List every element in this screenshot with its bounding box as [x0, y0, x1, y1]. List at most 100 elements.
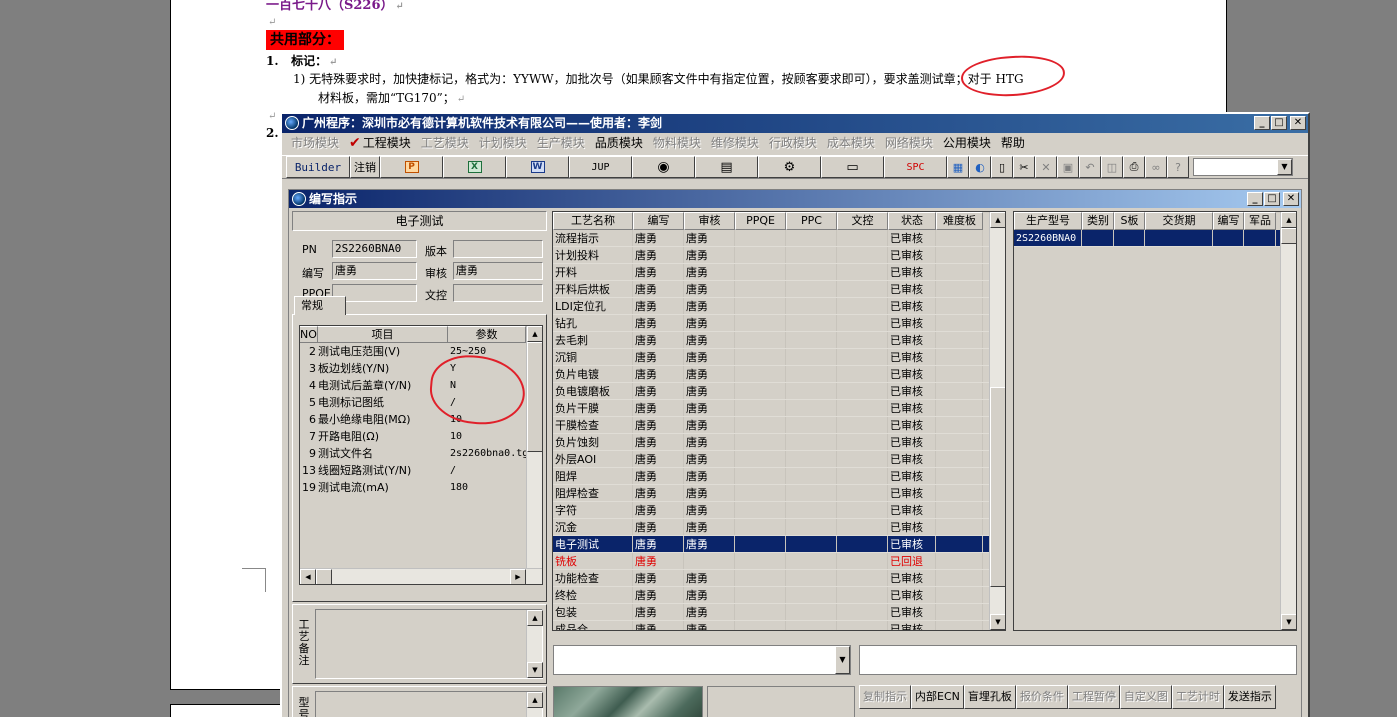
menu-item-11[interactable]: 公用模块: [938, 134, 996, 152]
reviewer-field[interactable]: 唐勇: [453, 262, 543, 280]
instruction-memo[interactable]: [859, 645, 1297, 675]
menu-item-9[interactable]: 成本模块: [822, 134, 880, 152]
scroll-thumb[interactable]: [527, 342, 542, 452]
type-remark-memo[interactable]: ▲: [315, 691, 543, 717]
menu-item-12[interactable]: 帮助: [996, 134, 1030, 152]
process-vscroll[interactable]: ▲ ▼: [989, 212, 1005, 630]
scroll-up-icon[interactable]: ▲: [527, 326, 542, 342]
params-row[interactable]: 2 测试电压范围(V) 25~250: [300, 343, 542, 360]
chevron-down-icon[interactable]: ▼: [1277, 159, 1292, 175]
menu-item-2[interactable]: 工艺模块: [416, 134, 474, 152]
order-scroll-thumb[interactable]: [1281, 228, 1296, 244]
scroll-up-icon[interactable]: ▲: [1281, 212, 1296, 228]
process-row[interactable]: 终检 唐勇 唐勇 已审核: [553, 587, 1005, 604]
action-button-3[interactable]: 报价条件: [1015, 685, 1068, 709]
order-col-header[interactable]: 生产型号: [1014, 212, 1082, 230]
process-row[interactable]: 干膜检查 唐勇 唐勇 已审核: [553, 417, 1005, 434]
child-close-button[interactable]: ✕: [1283, 192, 1299, 206]
process-col-header[interactable]: 审核: [684, 212, 735, 230]
order-col-header[interactable]: 类别: [1082, 212, 1114, 230]
toolbar-combo[interactable]: ▼: [1193, 158, 1293, 176]
process-row[interactable]: 阻焊 唐勇 唐勇 已审核: [553, 468, 1005, 485]
order-col-header[interactable]: 编写: [1213, 212, 1244, 230]
action-button-5[interactable]: 自定义图: [1119, 685, 1172, 709]
help-button[interactable]: ?: [1167, 156, 1189, 178]
remark-vscroll[interactable]: ▲ ▼: [526, 610, 543, 678]
app-titlebar[interactable]: 广州程序：深圳市必有德计算机软件技术有限公司——使用者：李剑 _ □ ✕: [282, 114, 1308, 133]
menu-item-5[interactable]: 品质模块: [590, 134, 648, 152]
params-hscroll[interactable]: ◀ ▶: [300, 568, 542, 584]
child-maximize-button[interactable]: □: [1264, 192, 1280, 206]
spc-button[interactable]: SPC: [884, 156, 947, 178]
process-scroll-thumb[interactable]: [990, 387, 1005, 587]
browser-button[interactable]: ◐: [969, 156, 991, 178]
process-row[interactable]: 负片蚀刻 唐勇 唐勇 已审核: [553, 434, 1005, 451]
child-minimize-button[interactable]: _: [1247, 192, 1263, 206]
process-row[interactable]: 开料后烘板 唐勇 唐勇 已审核: [553, 281, 1005, 298]
undo-button[interactable]: ↶: [1079, 156, 1101, 178]
author-field[interactable]: 唐勇: [332, 262, 417, 280]
action-button-4[interactable]: 工程暂停: [1067, 685, 1120, 709]
order-col-header[interactable]: 交货期: [1145, 212, 1213, 230]
order-vscroll[interactable]: ▲ ▼: [1280, 212, 1296, 630]
process-col-header[interactable]: 编写: [633, 212, 684, 230]
process-row[interactable]: 功能检查 唐勇 唐勇 已审核: [553, 570, 1005, 587]
computer-button[interactable]: ▭: [821, 156, 884, 178]
menu-item-1[interactable]: ✔ 工程模块: [344, 134, 416, 152]
process-col-header[interactable]: PPC: [786, 212, 837, 230]
view-button[interactable]: ◉: [632, 156, 695, 178]
hscroll-thumb[interactable]: [316, 569, 332, 584]
menu-item-8[interactable]: 行政模块: [764, 134, 822, 152]
find-button[interactable]: ∞: [1145, 156, 1167, 178]
child-titlebar[interactable]: 编写指示 _ □ ✕: [289, 190, 1301, 208]
scroll-down-icon[interactable]: ▼: [1281, 614, 1296, 630]
process-row[interactable]: 负片干膜 唐勇 唐勇 已审核: [553, 400, 1005, 417]
print-button[interactable]: ⎙: [1123, 156, 1145, 178]
excel-button[interactable]: X: [443, 156, 506, 178]
params-col-no[interactable]: NO: [300, 326, 318, 342]
chevron-down-icon[interactable]: ▼: [835, 646, 850, 674]
params-row[interactable]: 13 线圈短路测试(Y/N) /: [300, 462, 542, 479]
process-row[interactable]: 沉铜 唐勇 唐勇 已审核: [553, 349, 1005, 366]
process-col-header[interactable]: PPQE: [735, 212, 786, 230]
process-row[interactable]: 负电镀磨板 唐勇 唐勇 已审核: [553, 383, 1005, 400]
process-row[interactable]: 流程指示 唐勇 唐勇 已审核: [553, 230, 1005, 247]
process-row[interactable]: 开料 唐勇 唐勇 已审核: [553, 264, 1005, 281]
logout-button[interactable]: 注销: [350, 156, 380, 178]
jup-button[interactable]: JUP: [569, 156, 632, 178]
database-button[interactable]: ▤: [695, 156, 758, 178]
process-row[interactable]: 去毛刺 唐勇 唐勇 已审核: [553, 332, 1005, 349]
scroll-left-icon[interactable]: ◀: [300, 569, 316, 584]
param-value[interactable]: 10: [448, 428, 526, 445]
menu-item-6[interactable]: 物料模块: [648, 134, 706, 152]
process-row[interactable]: 成品仓 唐勇 唐勇 已审核: [553, 621, 1005, 630]
process-row[interactable]: 钻孔 唐勇 唐勇 已审核: [553, 315, 1005, 332]
minimize-button[interactable]: _: [1254, 116, 1270, 130]
new-button[interactable]: ▯: [991, 156, 1013, 178]
process-row[interactable]: 电子测试 唐勇 唐勇 已审核: [553, 536, 1005, 553]
param-value[interactable]: /: [448, 462, 526, 479]
menu-item-7[interactable]: 维修模块: [706, 134, 764, 152]
params-vscroll[interactable]: ▲: [526, 326, 542, 570]
params-row[interactable]: 7 开路电阻(Ω) 10: [300, 428, 542, 445]
order-col-header[interactable]: 军品: [1244, 212, 1276, 230]
preview-button[interactable]: ◫: [1101, 156, 1123, 178]
remark-memo[interactable]: ▲ ▼: [315, 609, 543, 679]
menu-item-0[interactable]: 市场模块: [286, 134, 344, 152]
action-button-2[interactable]: 盲埋孔板: [963, 685, 1016, 709]
delete-button[interactable]: ✕: [1035, 156, 1057, 178]
params-row[interactable]: 9 测试文件名 2s2260bna0.tgz: [300, 445, 542, 462]
params-col-value[interactable]: 参数: [448, 326, 526, 342]
tab-normal[interactable]: 常规: [294, 296, 346, 315]
action-button-6[interactable]: 工艺计时: [1171, 685, 1224, 709]
params-row[interactable]: 19 测试电流(mA) 180: [300, 479, 542, 496]
instruction-combo[interactable]: ▼: [553, 645, 851, 675]
action-button-1[interactable]: 内部ECN: [911, 685, 964, 709]
save-button[interactable]: ▣: [1057, 156, 1079, 178]
menu-item-3[interactable]: 计划模块: [474, 134, 532, 152]
order-row[interactable]: 2S2260BNA0: [1014, 230, 1296, 247]
maximize-button[interactable]: □: [1271, 116, 1287, 130]
process-row[interactable]: 字符 唐勇 唐勇 已审核: [553, 502, 1005, 519]
doc-control-field[interactable]: [453, 284, 543, 302]
scroll-up-icon[interactable]: ▲: [527, 610, 543, 626]
